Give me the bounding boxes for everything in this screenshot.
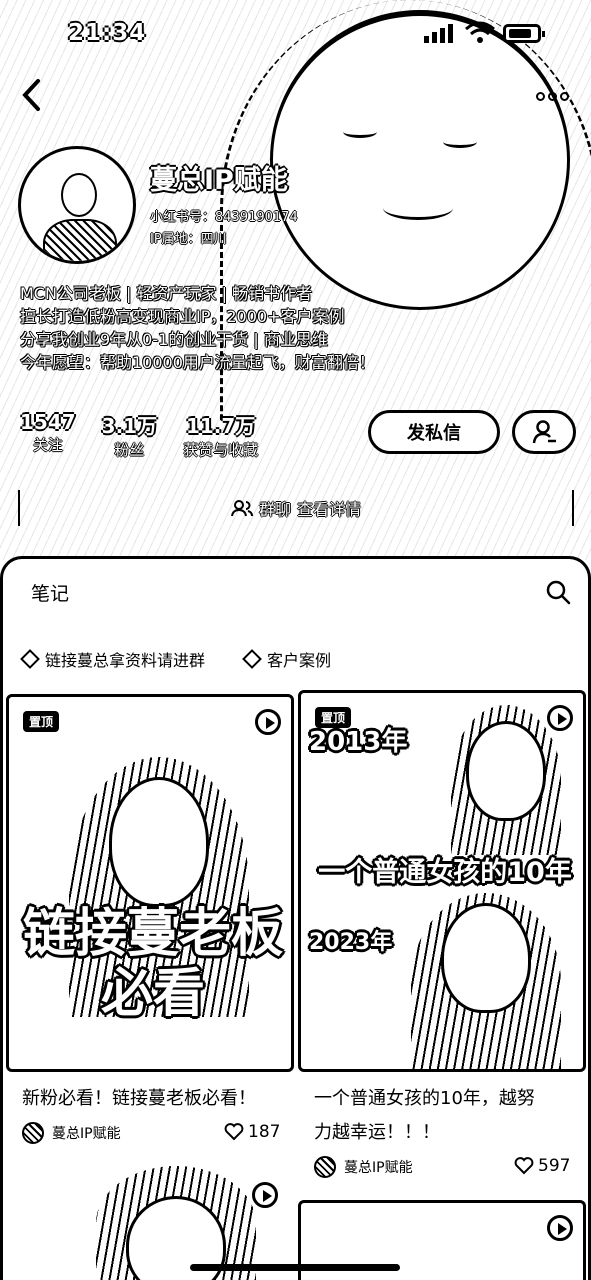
bio-line: 擅长打造低粉高变现商业IP，2000+客户案例 — [20, 307, 345, 326]
chip-group-resources[interactable]: 链接蔓总拿资料请进群 — [20, 647, 205, 671]
signal-icon — [424, 24, 453, 43]
like-count[interactable]: 597 — [514, 1156, 570, 1176]
search-icon[interactable] — [545, 579, 571, 605]
note-card[interactable]: 置顶 链接蔓老板 必看 新粉必看！链接蔓老板必看！ 蔓总IP赋能 187 — [6, 694, 294, 1180]
bio-line: MCN公司老板 | 轻资产玩家 | 畅销书作者 — [20, 284, 313, 303]
pinned-badge: 置顶 — [23, 711, 60, 732]
thumbnail-face — [441, 903, 531, 1013]
stat-following[interactable]: 1547 关注 — [20, 410, 76, 460]
profile-stats: 1547 关注 3.1万 粉丝 11.7万 获赞与收藏 — [20, 410, 258, 460]
chevron-left-icon — [22, 79, 40, 111]
note-card[interactable]: 置顶 2013年 一个普通女孩的10年 2023年 一个普通女孩的10年，越努 … — [298, 690, 586, 1190]
wifi-icon — [465, 21, 495, 43]
play-icon — [252, 1182, 278, 1208]
avatar — [314, 1156, 336, 1178]
status-time: 21:34 — [68, 20, 147, 46]
pinned-badge: 置顶 — [315, 707, 352, 728]
profile-avatar[interactable] — [18, 146, 136, 264]
profile-bio: MCN公司老板 | 轻资产玩家 | 畅销书作者 擅长打造低粉高变现商业IP，20… — [20, 282, 440, 374]
ip-location: IP属地：四川 — [150, 232, 227, 247]
diamond-icon — [242, 649, 262, 669]
heart-icon — [514, 1157, 534, 1175]
play-icon — [255, 709, 281, 735]
follow-button[interactable] — [512, 410, 576, 454]
group-chat-icon — [230, 500, 253, 517]
tab-notes[interactable]: 笔记 — [31, 579, 69, 606]
bio-line: 分享我创业9年从0-1的创业干货 | 商业思维 — [20, 330, 328, 349]
note-card[interactable] — [6, 1166, 294, 1280]
thumbnail-caption-line-2: 必看 — [100, 964, 205, 1024]
note-author[interactable]: 蔓总IP赋能 — [314, 1156, 413, 1178]
home-indicator[interactable] — [190, 1264, 400, 1271]
note-thumbnail: 置顶 2013年 一个普通女孩的10年 2023年 — [298, 690, 586, 1072]
like-count[interactable]: 187 — [224, 1122, 280, 1142]
send-message-button[interactable]: 发私信 — [368, 410, 500, 454]
collection-chips: 链接蔓总拿资料请进群 客户案例 — [20, 647, 331, 671]
chip-client-cases[interactable]: 客户案例 — [242, 647, 331, 671]
group-chat-row[interactable]: 群聊 查看详情 — [18, 490, 574, 526]
battery-icon — [503, 24, 545, 43]
stat-likes-collects[interactable]: 11.7万 获赞与收藏 — [183, 410, 258, 460]
thumbnail-caption-line-1: 链接蔓老板 — [22, 904, 283, 964]
stat-followers[interactable]: 3.1万 粉丝 — [102, 410, 157, 460]
cover-eye-right — [443, 136, 477, 148]
group-chat-detail: 查看详情 — [297, 500, 362, 519]
thumbnail-caption-year-start: 2013年 — [309, 727, 408, 757]
back-button[interactable] — [20, 78, 50, 114]
xhs-id[interactable]: 小红书号：8439190174 — [150, 206, 298, 225]
cover-smile — [383, 196, 453, 220]
thumbnail-caption-main: 一个普通女孩的10年 — [318, 857, 572, 888]
profile-header: 21:34 蔓总IP赋能 小红书号：8439190174 IP属地：四川 MCN… — [0, 0, 591, 560]
note-thumbnail: 置顶 链接蔓老板 必看 — [6, 694, 294, 1072]
bio-line: 今年愿望：帮助10000用户流量起飞，财富翻倍！ — [20, 353, 375, 372]
note-title: 一个普通女孩的10年，越努 力越幸运！！！ — [314, 1088, 535, 1143]
profile-name: 蔓总IP赋能 — [150, 165, 288, 196]
avatar — [22, 1122, 44, 1144]
thumbnail-face — [466, 721, 546, 821]
play-icon — [547, 705, 573, 731]
more-button[interactable] — [536, 86, 572, 106]
add-person-icon — [532, 420, 556, 444]
note-title: 新粉必看！链接蔓老板必看！ — [22, 1088, 256, 1109]
group-chat-label: 群聊 — [258, 500, 291, 519]
cover-eye-left — [343, 126, 377, 138]
thumbnail-face — [109, 777, 209, 907]
status-bar: 21:34 — [0, 0, 591, 60]
diamond-icon — [20, 649, 40, 669]
more-dots-icon — [536, 91, 545, 101]
thumbnail-caption-year-end: 2023年 — [309, 930, 393, 955]
heart-icon — [224, 1123, 244, 1141]
note-author[interactable]: 蔓总IP赋能 — [22, 1122, 121, 1144]
play-icon — [547, 1215, 573, 1241]
